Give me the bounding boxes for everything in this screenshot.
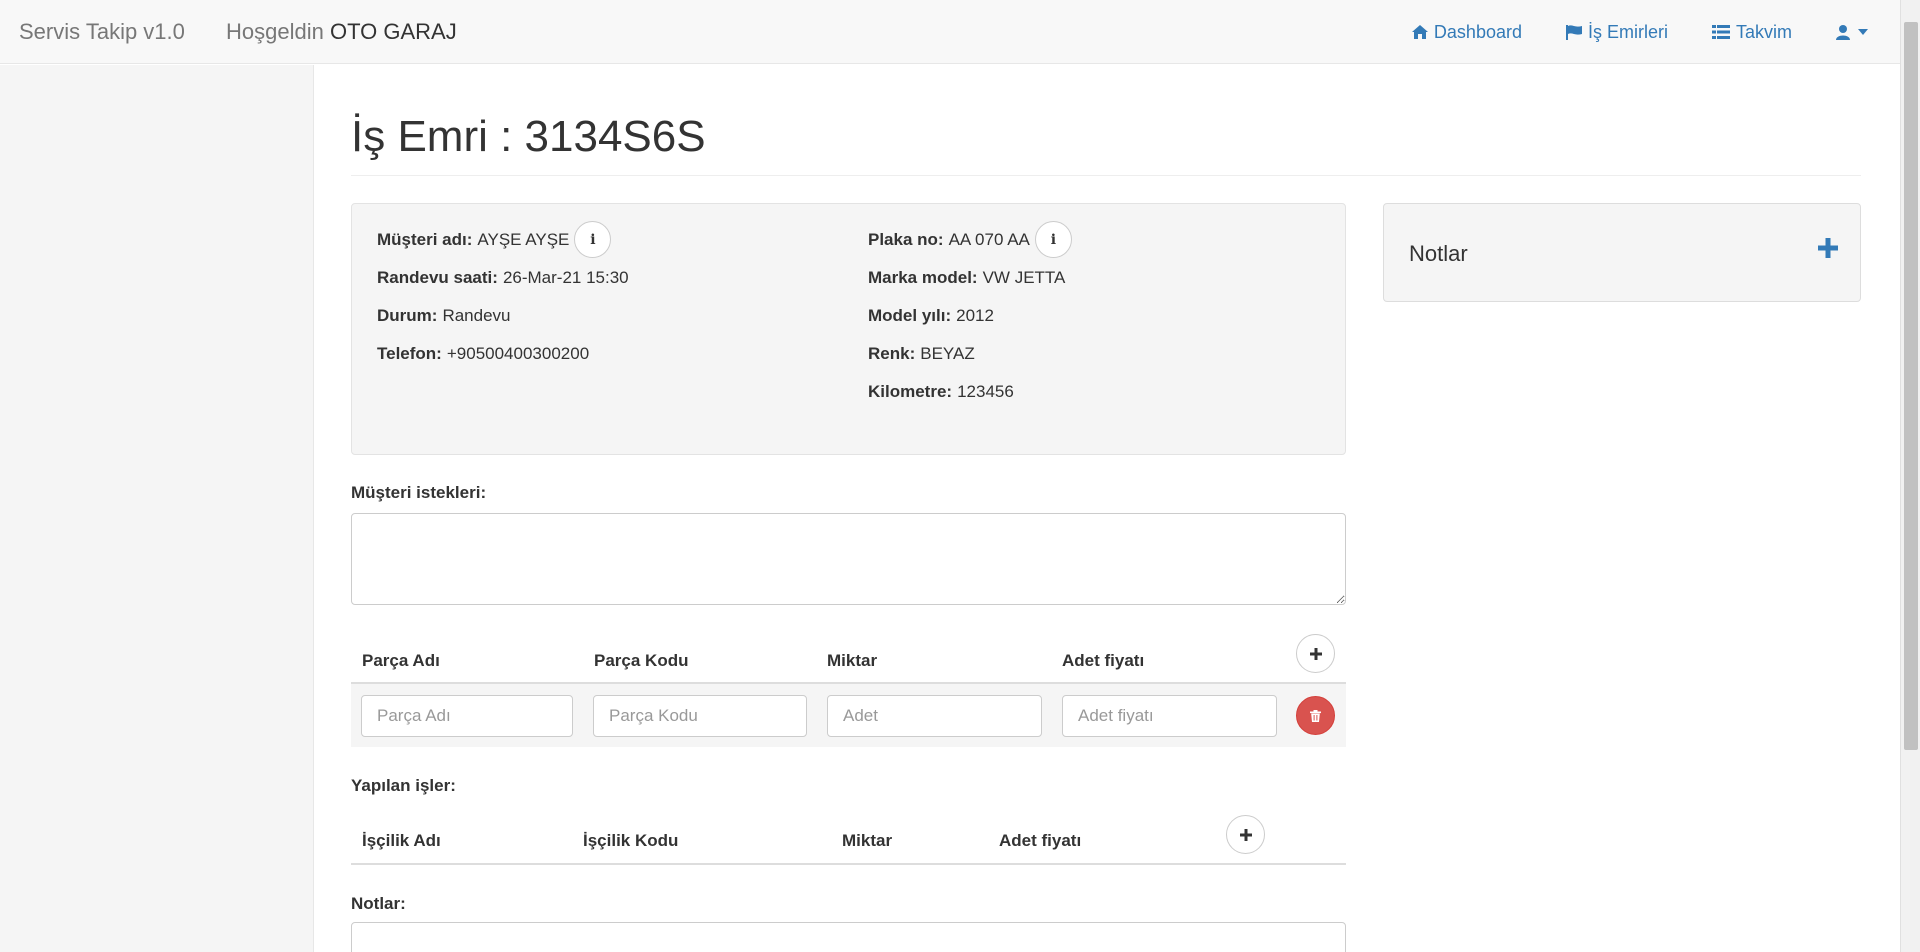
labor-header-code: İşçilik Kodu	[583, 831, 679, 850]
parts-header-qty: Miktar	[827, 651, 878, 670]
nav-calendar-label: Takvim	[1735, 21, 1792, 42]
top-navbar: Servis Takip v1.0 Hoşgeldin OTO GARAJ Da…	[0, 0, 1900, 64]
phone-row: Telefon: +90500400300200	[377, 344, 629, 382]
info-icon: i	[590, 231, 596, 248]
mileage-value: 123456	[957, 382, 1014, 401]
delete-part-button[interactable]	[1296, 696, 1335, 735]
plate-value: AA 070 AA	[948, 230, 1030, 249]
brand-title[interactable]: Servis Takip v1.0	[19, 19, 185, 45]
info-label: Kilometre:	[868, 382, 953, 401]
plus-icon	[1309, 647, 1322, 660]
labor-label: Yapılan işler:	[351, 776, 456, 795]
parts-header-code: Parça Kodu	[594, 651, 689, 670]
info-label: Model yılı:	[868, 306, 952, 325]
customer-name-row: Müşteri adı: AYŞE AYŞE i	[377, 221, 629, 268]
brand-model-row: Marka model: VW JETTA	[868, 268, 1072, 306]
nav-work-orders-label: İş Emirleri	[1587, 21, 1668, 42]
mileage-row: Kilometre: 123456	[868, 382, 1072, 420]
flag-icon	[1565, 24, 1582, 40]
nav-dashboard[interactable]: Dashboard	[1390, 22, 1544, 43]
info-label: Durum:	[377, 306, 438, 325]
title-divider	[351, 175, 1861, 176]
nav-calendar[interactable]: Takvim	[1690, 22, 1814, 43]
appointment-value: 26-Mar-21 15:30	[502, 268, 629, 287]
vehicle-info: Plaka no: AA 070 AA i Marka model: VW JE…	[868, 221, 1072, 420]
part-name-input[interactable]	[361, 695, 573, 737]
labor-header-name: İşçilik Adı	[362, 831, 441, 850]
customer-name-value: AYŞE AYŞE	[477, 230, 570, 249]
customer-info-button[interactable]: i	[574, 221, 612, 258]
labor-header-qty: Miktar	[842, 831, 893, 850]
add-part-button[interactable]	[1296, 634, 1335, 673]
notes-panel-title: Notlar	[1409, 241, 1468, 266]
add-labor-button[interactable]	[1226, 815, 1265, 854]
welcome-name: OTO GARAJ	[329, 19, 457, 44]
parts-header-name: Parça Adı	[362, 651, 440, 670]
parts-header-price: Adet fiyatı	[1062, 651, 1145, 670]
color-row: Renk: BEYAZ	[868, 344, 1072, 382]
part-code-input[interactable]	[593, 695, 807, 737]
trash-icon	[1310, 709, 1321, 722]
notes-field-label: Notlar:	[351, 894, 406, 913]
info-label: Plaka no:	[868, 230, 944, 249]
nav-work-orders[interactable]: İş Emirleri	[1544, 22, 1690, 43]
order-info-panel: Müşteri adı: AYŞE AYŞE i Randevu saati: …	[351, 203, 1346, 455]
info-label: Randevu saati:	[377, 268, 498, 287]
notes-panel: Notlar	[1383, 203, 1861, 302]
model-year-value: 2012	[956, 306, 994, 325]
brand-model-value: VW JETTA	[982, 268, 1066, 287]
customer-requests-textarea[interactable]	[351, 513, 1346, 605]
user-icon	[1836, 24, 1850, 40]
scrollbar-thumb[interactable]	[1904, 22, 1918, 750]
model-year-row: Model yılı: 2012	[868, 306, 1072, 344]
part-price-input[interactable]	[1062, 695, 1277, 737]
customer-info: Müşteri adı: AYŞE AYŞE i Randevu saati: …	[377, 221, 629, 382]
list-icon	[1711, 25, 1730, 39]
info-label: Müşteri adı:	[377, 230, 473, 249]
status-row: Durum: Randevu	[377, 306, 629, 344]
customer-requests-label: Müşteri istekleri:	[351, 483, 487, 502]
labor-header-price: Adet fiyatı	[999, 831, 1082, 850]
info-icon: i	[1050, 231, 1057, 248]
nav-links: Dashboard İş Emirleri Takvim	[1390, 0, 1900, 64]
phone-value: +90500400300200	[446, 344, 590, 363]
page-scrollbar[interactable]	[1900, 0, 1920, 952]
vehicle-info-button[interactable]: i	[1034, 221, 1072, 258]
welcome-text: Hoşgeldin OTO GARAJ	[226, 19, 457, 45]
home-icon	[1411, 25, 1428, 39]
info-label: Renk:	[868, 344, 916, 363]
user-menu-dropdown[interactable]	[1814, 24, 1900, 40]
status-value: Randevu	[442, 306, 511, 325]
plus-icon	[1818, 238, 1838, 258]
info-label: Marka model:	[868, 268, 978, 287]
caret-down-icon	[1858, 29, 1868, 35]
add-note-button[interactable]	[1818, 238, 1838, 263]
part-qty-input[interactable]	[827, 695, 1042, 737]
welcome-prefix: Hoşgeldin	[226, 19, 324, 44]
page-title: İş Emri : 3134S6S	[351, 112, 706, 161]
sidebar	[0, 65, 314, 952]
plus-icon	[1239, 828, 1252, 841]
info-label: Telefon:	[377, 344, 442, 363]
color-value: BEYAZ	[920, 344, 975, 363]
plate-row: Plaka no: AA 070 AA i	[868, 221, 1072, 268]
labor-header-divider	[351, 863, 1346, 865]
nav-dashboard-label: Dashboard	[1433, 21, 1522, 42]
appointment-row: Randevu saati: 26-Mar-21 15:30	[377, 268, 629, 306]
notes-textarea[interactable]	[351, 922, 1346, 952]
